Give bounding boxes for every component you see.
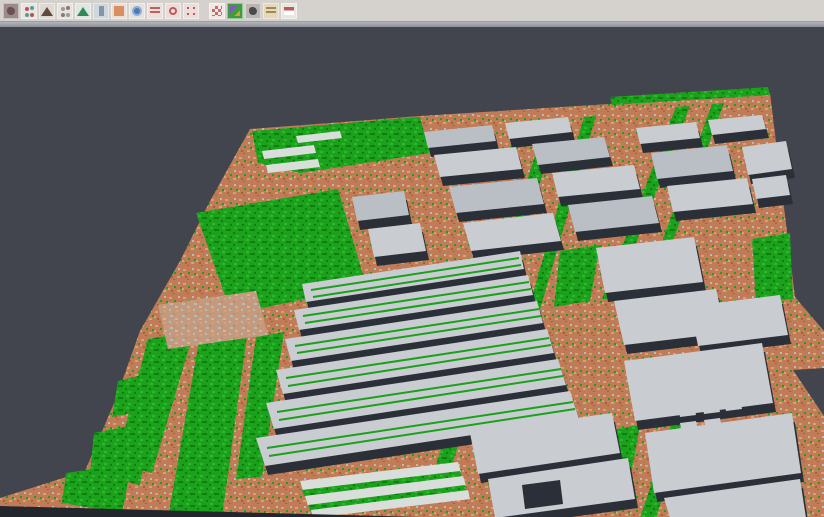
viewport-3d[interactable] (0, 27, 824, 517)
list-icon[interactable] (147, 3, 163, 19)
shade-icon[interactable] (245, 3, 261, 19)
globe-icon[interactable] (129, 3, 145, 19)
markers-icon[interactable] (57, 3, 73, 19)
point-cloud-scene[interactable] (0, 27, 824, 517)
app-window (0, 0, 824, 517)
points-icon[interactable] (21, 3, 37, 19)
extents-icon[interactable] (183, 3, 199, 19)
grid-icon[interactable] (209, 3, 225, 19)
dark-building (522, 480, 563, 509)
legend-icon[interactable] (281, 3, 297, 19)
classification-icon[interactable] (227, 3, 243, 19)
target-icon[interactable] (165, 3, 181, 19)
orthoimage-icon[interactable] (111, 3, 127, 19)
contours-icon[interactable] (263, 3, 279, 19)
terrain-icon[interactable] (75, 3, 91, 19)
column-icon[interactable] (93, 3, 109, 19)
surface-icon[interactable] (39, 3, 55, 19)
toolbar (0, 0, 824, 22)
texture-icon[interactable] (3, 3, 19, 19)
